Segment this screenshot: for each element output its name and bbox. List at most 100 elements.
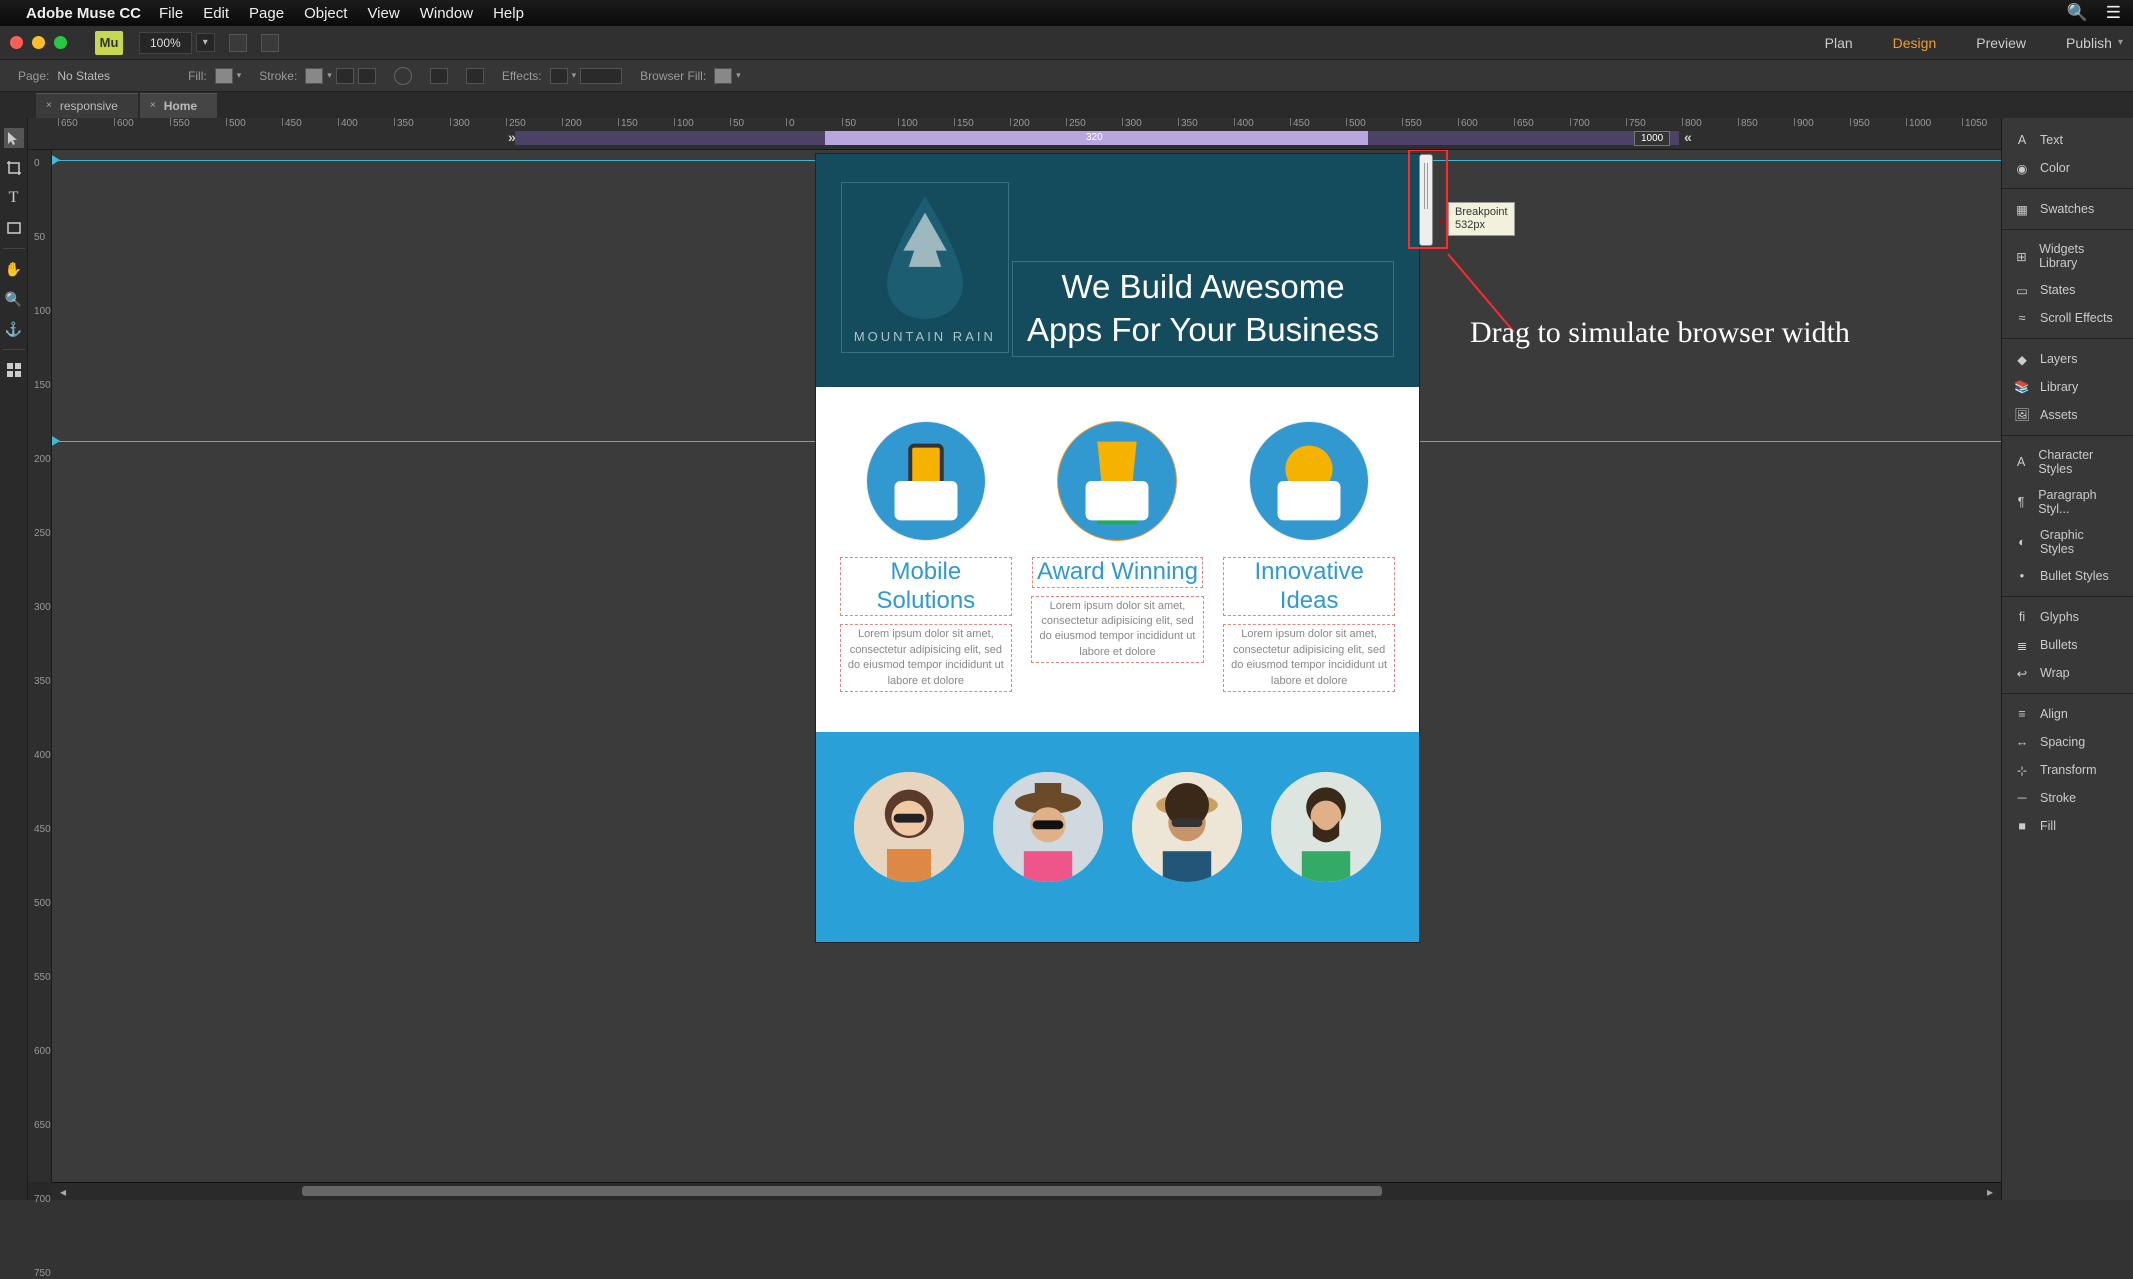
rectangle-tool[interactable] [4, 218, 24, 238]
panel-stroke[interactable]: ─Stroke [2002, 784, 2133, 812]
menu-help[interactable]: Help [493, 5, 524, 22]
corner-opt-2[interactable] [466, 68, 484, 84]
hero-section[interactable]: MOUNTAIN RAIN We Build Awesome Apps For … [816, 154, 1419, 387]
team-section[interactable] [816, 732, 1419, 942]
scroll-left-icon[interactable]: ◂ [56, 1185, 70, 1199]
stroke-weight[interactable] [336, 68, 354, 84]
panel-label: Text [2040, 133, 2063, 147]
panel-scroll-effects[interactable]: ≈Scroll Effects [2002, 304, 2133, 332]
panel-widgets-library[interactable]: ⊞Widgets Library [2002, 236, 2133, 276]
close-tab-icon[interactable]: × [46, 100, 52, 111]
text-tool[interactable]: T [4, 188, 24, 208]
avatar[interactable] [1132, 772, 1242, 882]
avatar[interactable] [1271, 772, 1381, 882]
panel-states[interactable]: ▭States [2002, 276, 2133, 304]
hand-tool[interactable]: ✋ [4, 259, 24, 279]
ruler-tick: 650 [34, 1120, 51, 1131]
close-tab-icon[interactable]: × [150, 100, 156, 111]
menu-view[interactable]: View [367, 5, 399, 22]
panel-align[interactable]: ≡Align [2002, 700, 2133, 728]
avatar[interactable] [993, 772, 1103, 882]
tab-preview[interactable]: Preview [1976, 35, 2026, 51]
toolbar-extra-2[interactable] [261, 34, 279, 52]
ruler-tick: 500 [34, 898, 51, 909]
zoom-value[interactable]: 100% [139, 32, 192, 54]
minimize-icon[interactable] [32, 36, 45, 49]
bp-chevron-left[interactable]: » [508, 129, 516, 145]
browserfill-dropdown[interactable]: ▾ [736, 70, 741, 81]
menu-file[interactable]: File [159, 5, 183, 22]
bp-chevron-right[interactable]: « [1684, 129, 1692, 145]
breakpoint-scrubber[interactable] [1419, 154, 1433, 246]
corners-icon[interactable] [394, 67, 412, 85]
panel-character-styles[interactable]: ACharacter Styles [2002, 442, 2133, 482]
panel-swatches[interactable]: ▦Swatches [2002, 195, 2133, 223]
logo-frame[interactable]: MOUNTAIN RAIN [841, 182, 1009, 353]
crop-tool[interactable] [4, 158, 24, 178]
scroll-right-icon[interactable]: ▸ [1983, 1185, 1997, 1199]
zoom-tool[interactable]: 🔍 [4, 289, 24, 309]
panel-library[interactable]: 📚Library [2002, 373, 2133, 401]
menu-window[interactable]: Window [420, 5, 473, 22]
canvas-body[interactable]: MOUNTAIN RAIN We Build Awesome Apps For … [52, 150, 2001, 1182]
doc-tab-home[interactable]: × Home [140, 93, 217, 118]
search-icon[interactable]: 🔍 [2067, 3, 2088, 23]
panel-assets[interactable]: 🖼Assets [2002, 401, 2133, 429]
feature-mobile[interactable]: Mobile Solutions Lorem ipsum dolor sit a… [840, 421, 1013, 692]
ruler-tick: 0 [786, 118, 795, 126]
corner-opt-1[interactable] [430, 68, 448, 84]
tab-plan[interactable]: Plan [1825, 35, 1853, 51]
feature-innovative[interactable]: Innovative Ideas Lorem ipsum dolor sit a… [1223, 421, 1396, 692]
panel-bullet-styles[interactable]: •Bullet Styles [2002, 562, 2133, 590]
fill-swatch[interactable] [215, 68, 233, 84]
fill-dropdown[interactable]: ▾ [237, 70, 242, 81]
menu-edit[interactable]: Edit [203, 5, 229, 22]
panel-wrap[interactable]: ↩Wrap [2002, 659, 2133, 687]
scrollbar-horizontal[interactable]: ◂ ▸ [52, 1182, 2001, 1200]
menu-object[interactable]: Object [304, 5, 347, 22]
bp-max-label[interactable]: 1000 [1634, 131, 1670, 146]
panel-transform[interactable]: ⊹Transform [2002, 756, 2133, 784]
menu-extra-icon[interactable]: ☰ [2106, 3, 2121, 23]
effects-swatch[interactable] [550, 68, 568, 84]
tab-design[interactable]: Design [1893, 35, 1937, 51]
ruler-horizontal[interactable]: 6506005505004504003503002502001501005005… [28, 118, 2001, 150]
zoom-dropdown[interactable]: ▾ [196, 33, 215, 52]
menu-page[interactable]: Page [249, 5, 284, 22]
panel-glyphs[interactable]: fiGlyphs [2002, 603, 2133, 631]
zoom-icon[interactable] [54, 36, 67, 49]
effects-dropdown[interactable]: ▾ [572, 70, 577, 81]
selection-tool[interactable] [4, 128, 24, 148]
stroke-swatch[interactable] [305, 68, 323, 84]
tab-publish[interactable]: Publish [2066, 35, 2112, 51]
avatar[interactable] [854, 772, 964, 882]
breakpoint-strip[interactable]: » « 320 1000 [52, 131, 2001, 149]
panel-text[interactable]: AText [2002, 126, 2133, 154]
tooltip-close-icon[interactable]: × [1439, 217, 1445, 229]
panel-paragraph-styl-[interactable]: ¶Paragraph Styl... [2002, 482, 2133, 522]
grid-tool[interactable] [4, 360, 24, 380]
panel-fill[interactable]: ■Fill [2002, 812, 2133, 840]
browserfill-swatch[interactable] [714, 68, 732, 84]
features-section[interactable]: Mobile Solutions Lorem ipsum dolor sit a… [816, 387, 1419, 732]
ruler-vertical[interactable]: 0501001502002503003504004505005506006507… [28, 150, 52, 1182]
publish-dropdown-icon[interactable]: ▾ [2118, 37, 2123, 48]
stroke-align[interactable] [358, 68, 376, 84]
close-icon[interactable] [10, 36, 23, 49]
page-state[interactable]: No States [57, 69, 110, 83]
panel-spacing[interactable]: ↔Spacing [2002, 728, 2133, 756]
stroke-dropdown[interactable]: ▾ [327, 70, 332, 81]
anchor-tool[interactable]: ⚓ [4, 319, 24, 339]
hero-headline[interactable]: We Build Awesome Apps For Your Business [1012, 261, 1394, 357]
panel-layers[interactable]: ◆Layers [2002, 345, 2133, 373]
panel-graphic-styles[interactable]: ◐Graphic Styles [2002, 522, 2133, 562]
panel-bullets[interactable]: ≣Bullets [2002, 631, 2133, 659]
artboard[interactable]: MOUNTAIN RAIN We Build Awesome Apps For … [816, 154, 1419, 942]
toolbar-extra-1[interactable] [229, 34, 247, 52]
feature-award[interactable]: Award Winning Lorem ipsum dolor sit amet… [1031, 421, 1204, 692]
panel-color[interactable]: ◉Color [2002, 154, 2133, 182]
opacity-field[interactable] [580, 68, 622, 84]
scroll-thumb[interactable] [302, 1186, 1382, 1196]
panel-icon: ■ [2014, 818, 2030, 834]
doc-tab-responsive[interactable]: × responsive [36, 93, 138, 118]
